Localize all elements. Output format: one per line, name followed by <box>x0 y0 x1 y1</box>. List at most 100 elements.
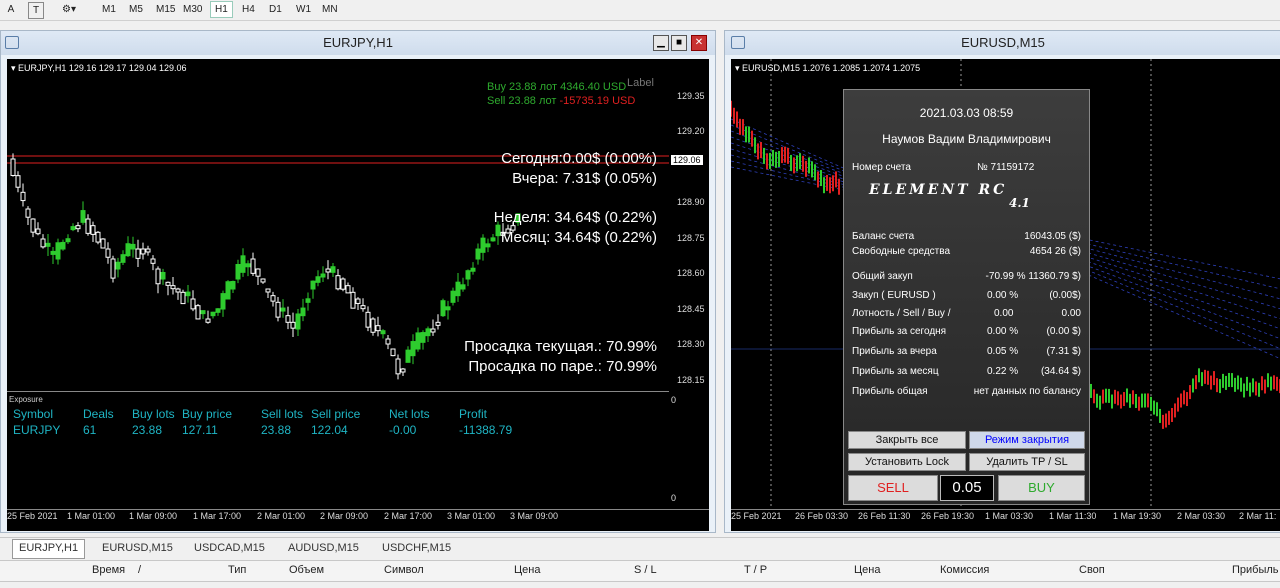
candle <box>145 248 151 253</box>
candle <box>375 325 381 332</box>
y-tick: 128.30 <box>677 339 705 349</box>
col-type[interactable]: Тип <box>228 564 246 576</box>
candle <box>170 285 176 290</box>
exposure-header-symbol: Symbol <box>13 407 54 421</box>
candle <box>410 341 416 357</box>
row-v2-profit-month: (34.64 $) <box>1040 366 1081 377</box>
delete-tp-sl-button[interactable]: Удалить TP / SL <box>969 453 1085 471</box>
candle <box>30 218 36 233</box>
tab-audusd-m15[interactable]: AUDUSD,M15 <box>282 540 365 556</box>
shapes-tool-icon[interactable]: ⚙▾ <box>56 2 82 17</box>
timeframe-mn[interactable]: MN <box>318 2 342 17</box>
candle <box>435 321 441 326</box>
row-v1-profit-today: 0.00 % <box>987 326 1019 337</box>
x-tick: 3 Mar 09:00 <box>510 511 559 521</box>
col-commission[interactable]: Комиссия <box>940 564 989 576</box>
col-price[interactable]: Цена <box>514 564 540 576</box>
current-price-label: 129.06 <box>671 155 703 165</box>
col-symbol[interactable]: Символ <box>384 564 424 576</box>
sell-summary: Sell 23.88 лот -15735.19 USD <box>487 95 635 107</box>
text-label-tool-icon[interactable]: T <box>28 2 44 19</box>
y-tick: 129.35 <box>677 91 705 101</box>
candle <box>445 306 451 311</box>
col-time[interactable]: Время <box>92 564 125 576</box>
timeframe-d1[interactable]: D1 <box>265 2 286 17</box>
row-v2-symbol-buy: (0.00$) <box>1049 290 1081 301</box>
minimize-button[interactable]: ▁ <box>653 35 669 51</box>
candle <box>305 298 311 303</box>
text-tool-icon[interactable]: A <box>4 2 18 17</box>
panel-owner: Наумов Вадим Владимирович <box>882 132 1051 146</box>
stat-today: Сегодня:0.00$ (0.00%) <box>501 150 657 167</box>
x-tick: 2 Mar 09:00 <box>320 511 369 521</box>
close-mode-button[interactable]: Режим закрытия <box>969 431 1085 449</box>
candle <box>45 242 51 247</box>
close-button[interactable]: ✕ <box>691 35 707 51</box>
timeframe-m1[interactable]: M1 <box>98 2 120 17</box>
col-sl[interactable]: S / L <box>634 564 657 576</box>
chart-window-eurusd[interactable]: EURUSD,M15 ▾ EURUSD,M15 1.2076 1.2085 1.… <box>724 30 1280 533</box>
window-title-bar[interactable]: EURUSD,M15 <box>725 31 1280 55</box>
chart-area-eurusd[interactable]: ▾ EURUSD,M15 1.2076 1.2085 1.2074 1.2075… <box>731 59 1280 531</box>
toolbar: A T ⚙▾ M1 M5 M15 M30 H1 H4 D1 W1 MN <box>0 0 1280 21</box>
col-volume[interactable]: Объем <box>289 564 324 576</box>
y-tick: 128.15 <box>677 375 705 385</box>
candle <box>105 248 111 258</box>
tab-usdcad-m15[interactable]: USDCAD,M15 <box>188 540 271 556</box>
x-tick: 1 Mar 19:30 <box>1113 511 1162 521</box>
candle <box>55 242 61 260</box>
window-title-bar[interactable]: EURJPY,H1 ▁ ■ ✕ <box>1 31 715 55</box>
candle <box>300 307 306 317</box>
candle <box>115 261 121 270</box>
x-tick: 2 Mar 11: <box>1239 511 1277 521</box>
col-swap[interactable]: Своп <box>1079 564 1105 576</box>
window-title: EURUSD,M15 <box>961 35 1045 50</box>
row-v1-lots: 0.00 <box>994 308 1014 319</box>
y-tick: 128.90 <box>677 197 705 207</box>
sell-button[interactable]: SELL <box>848 475 938 501</box>
tab-usdchf-m15[interactable]: USDCHF,M15 <box>376 540 457 556</box>
col-tp[interactable]: T / P <box>744 564 767 576</box>
lot-size-input[interactable]: 0.05 <box>940 475 994 501</box>
col-profit[interactable]: Прибыль <box>1232 564 1279 576</box>
chart-area-eurjpy[interactable]: ▾ EURJPY,H1 129.16 129.17 129.04 129.06 … <box>7 59 709 531</box>
symbol-header: ▾ EURUSD,M15 1.2076 1.2085 1.2074 1.2075 <box>735 63 921 73</box>
candle <box>365 311 371 328</box>
y-tick: 128.75 <box>677 233 705 243</box>
exposure-cell-sell-lots: 23.88 <box>261 423 292 437</box>
row-label-profit-month: Прибыль за месяц <box>852 366 939 377</box>
x-tick: 1 Mar 01:00 <box>67 511 116 521</box>
x-tick: 26 Feb 19:30 <box>921 511 975 521</box>
set-lock-button[interactable]: Установить Lock <box>848 453 966 471</box>
stat-week: Неделя: 34.64$ (0.22%) <box>493 209 657 226</box>
chart-window-eurjpy[interactable]: EURJPY,H1 ▁ ■ ✕ ▾ EURJPY,H1 129.16 129.1… <box>0 30 716 533</box>
candle <box>175 288 181 293</box>
account-label: Номер счета <box>852 162 911 173</box>
timeframe-m30[interactable]: M30 <box>179 2 206 17</box>
candle <box>485 243 491 248</box>
tab-eurusd-m15[interactable]: EURUSD,M15 <box>96 540 179 556</box>
timeframe-w1[interactable]: W1 <box>292 2 315 17</box>
candle <box>70 226 76 231</box>
row-value-total-buy: -70.99 % 11360.79 $) <box>985 271 1081 282</box>
timeframe-m15[interactable]: M15 <box>152 2 179 17</box>
candle <box>295 313 301 330</box>
timeframe-m5[interactable]: M5 <box>125 2 147 17</box>
candle <box>155 268 161 285</box>
tab-eurjpy-h1[interactable]: EURJPY,H1 <box>12 539 86 559</box>
col-current-price[interactable]: Цена <box>854 564 880 576</box>
candle <box>320 273 326 278</box>
buy-button[interactable]: BUY <box>998 475 1085 501</box>
exposure-header-sell-price: Sell price <box>311 407 361 421</box>
label-text: Label <box>627 77 654 89</box>
candle <box>405 349 411 363</box>
candle <box>275 301 281 318</box>
candle <box>415 332 421 350</box>
timeframe-h1[interactable]: H1 <box>210 1 233 18</box>
candle <box>245 263 251 268</box>
maximize-button[interactable]: ■ <box>671 35 687 51</box>
sell-summary-label: Sell 23.88 лот <box>487 95 560 107</box>
close-all-button[interactable]: Закрыть все <box>848 431 966 449</box>
row-label-profit-today: Прибыль за сегодня <box>852 326 947 337</box>
timeframe-h4[interactable]: H4 <box>238 2 259 17</box>
